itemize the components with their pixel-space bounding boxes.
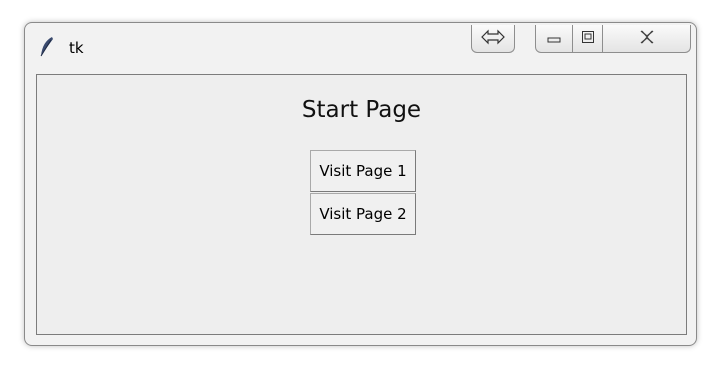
resize-button[interactable] — [471, 25, 515, 53]
double-arrow-icon — [480, 29, 506, 49]
window-title: tk — [69, 39, 84, 57]
title-bar[interactable]: tk — [25, 23, 696, 71]
maximize-button[interactable] — [573, 25, 603, 53]
minimize-icon — [546, 29, 562, 48]
maximize-icon — [581, 29, 595, 48]
app-window: tk Start Page Visit Page 1 Visit Page 2 — [24, 22, 697, 346]
visit-page-2-button[interactable]: Visit Page 2 — [310, 193, 416, 235]
feather-icon — [39, 36, 55, 58]
close-icon — [639, 29, 655, 48]
visit-page-1-button[interactable]: Visit Page 1 — [310, 150, 416, 192]
close-button[interactable] — [603, 25, 691, 53]
start-page-frame: Start Page Visit Page 1 Visit Page 2 — [36, 74, 687, 335]
page-title: Start Page — [301, 97, 422, 123]
minimize-button[interactable] — [535, 25, 573, 53]
